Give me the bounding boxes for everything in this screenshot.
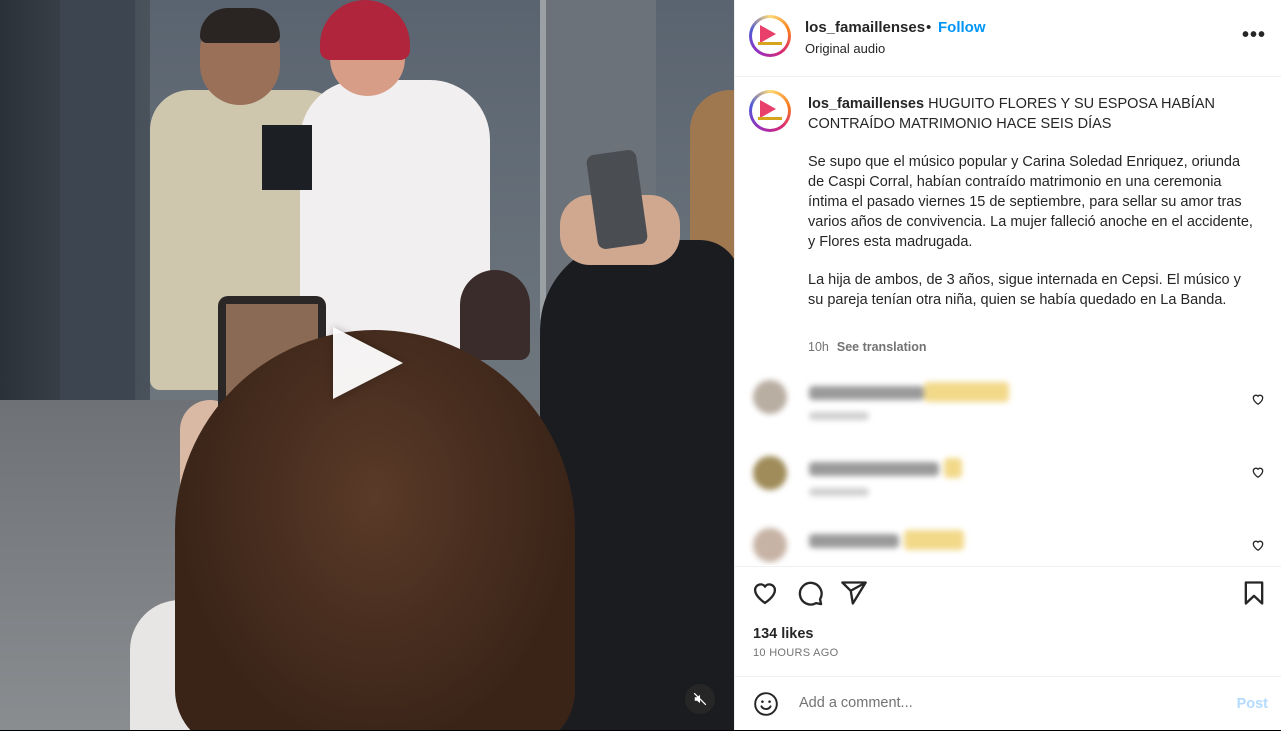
mute-button[interactable]	[685, 684, 715, 714]
bookmark-icon[interactable]	[1240, 579, 1268, 607]
caption-paragraph: Se supo que el músico popular y Carina S…	[808, 154, 1253, 250]
heart-icon[interactable]	[1251, 465, 1265, 479]
audio-label[interactable]: Original audio	[805, 41, 885, 56]
post-side-panel: los_famaillenses • Follow Original audio…	[734, 0, 1281, 730]
more-icon[interactable]: •••	[1242, 24, 1266, 47]
brand-logo-icon	[760, 25, 776, 43]
avatar	[753, 456, 787, 490]
list-item	[739, 372, 1279, 432]
instagram-post-modal: los_famaillenses • Follow Original audio…	[0, 0, 1281, 730]
play-icon[interactable]	[333, 327, 403, 399]
avatar[interactable]	[749, 15, 791, 57]
heart-icon[interactable]	[751, 579, 779, 607]
emoji-icon[interactable]	[753, 691, 779, 717]
caption-paragraph: La hija de ambos, de 3 años, sigue inter…	[808, 272, 1241, 308]
list-item	[739, 448, 1279, 508]
author-username[interactable]: los_famaillenses	[805, 19, 925, 36]
see-translation-link[interactable]: See translation	[837, 340, 927, 354]
share-icon[interactable]	[840, 579, 868, 607]
post-caption: los_famaillenses HUGUITO FLORES Y SU ESP…	[808, 94, 1256, 328]
avatar	[753, 528, 787, 562]
likes-count[interactable]: 134 likes	[753, 626, 813, 642]
post-timestamp[interactable]: 10 HOURS AGO	[753, 647, 839, 659]
muted-speaker-icon	[693, 692, 707, 706]
follow-button[interactable]: Follow	[938, 19, 986, 36]
caption-username[interactable]: los_famaillenses	[808, 96, 924, 112]
heart-icon[interactable]	[1251, 392, 1265, 406]
caption-avatar[interactable]	[749, 90, 791, 132]
action-bar	[735, 566, 1281, 619]
caption-meta: 10h See translation	[808, 340, 926, 354]
post-button[interactable]: Post	[1237, 696, 1268, 712]
list-item	[739, 520, 1279, 565]
video-player[interactable]	[0, 0, 734, 730]
avatar	[753, 380, 787, 414]
brand-logo-icon	[760, 100, 776, 118]
add-comment-bar: Post	[735, 676, 1281, 731]
comment-input[interactable]	[797, 694, 1201, 712]
comments-list[interactable]	[739, 370, 1279, 565]
caption-time[interactable]: 10h	[808, 340, 829, 354]
heart-icon[interactable]	[1251, 538, 1265, 552]
comment-icon[interactable]	[796, 579, 824, 607]
post-header: los_famaillenses • Follow Original audio…	[735, 0, 1281, 77]
separator-dot: •	[926, 19, 932, 36]
